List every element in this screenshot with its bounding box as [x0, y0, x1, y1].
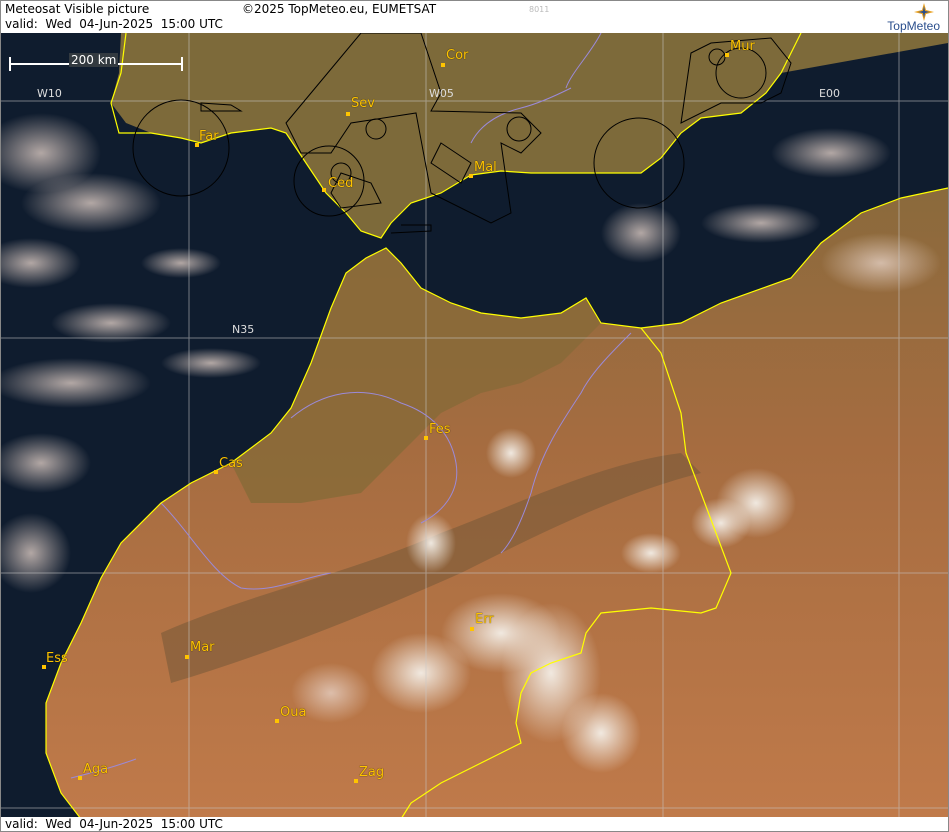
brand-name: TopMeteo: [887, 19, 940, 33]
header: Meteosat Visible picture valid: Wed 04-J…: [1, 1, 948, 33]
city-label-mur[interactable]: Mur: [730, 39, 755, 54]
city-marker: [346, 112, 350, 116]
city-marker: [275, 719, 279, 723]
city-label-aga[interactable]: Aga: [83, 762, 108, 777]
map-title: Meteosat Visible picture: [5, 2, 150, 16]
scale-bar: 200 km: [9, 53, 183, 71]
city-label-mal[interactable]: Mal: [474, 160, 497, 175]
city-label-cas[interactable]: Cas: [219, 456, 243, 471]
copyright-text: ©2025 TopMeteo.eu, EUMETSAT: [242, 2, 437, 16]
grid-label-w10: W10: [37, 87, 62, 100]
city-marker: [725, 53, 729, 57]
city-marker: [441, 63, 445, 67]
city-marker: [78, 776, 82, 780]
footer: valid: Wed 04-Jun-2025 15:00 UTC: [1, 817, 948, 831]
city-label-ced[interactable]: Ced: [328, 176, 353, 191]
city-label-mar[interactable]: Mar: [190, 640, 215, 655]
city-label-fes[interactable]: Fes: [429, 422, 451, 437]
city-marker: [354, 779, 358, 783]
city-label-far[interactable]: Far: [199, 129, 219, 144]
city-label-cor[interactable]: Cor: [446, 48, 468, 63]
city-marker: [214, 470, 218, 474]
city-marker: [185, 655, 189, 659]
city-marker: [469, 174, 473, 178]
grid-label-e00: E00: [819, 87, 840, 100]
valid-time: valid: Wed 04-Jun-2025 15:00 UTC: [5, 17, 223, 31]
scale-label: 200 km: [69, 53, 119, 67]
satellite-image: [1, 33, 948, 819]
image-code: 8011: [529, 5, 550, 14]
grid-label-w05: W05: [429, 87, 454, 100]
city-marker: [470, 627, 474, 631]
footer-valid-time: valid: Wed 04-Jun-2025 15:00 UTC: [5, 817, 223, 831]
city-label-ess[interactable]: Ess: [46, 651, 68, 666]
map-frame: Meteosat Visible picture valid: Wed 04-J…: [0, 0, 949, 832]
grid-label-n35: N35: [232, 323, 255, 336]
city-marker: [424, 436, 428, 440]
city-label-oua[interactable]: Oua: [280, 705, 306, 720]
city-marker: [322, 188, 326, 192]
city-label-zag[interactable]: Zag: [359, 765, 384, 780]
city-label-sev[interactable]: Sev: [351, 96, 375, 111]
city-label-err[interactable]: Err: [475, 612, 494, 627]
satellite-map[interactable]: 200 km W10 W05 E00 N35 Cor Mur Sev Far C…: [1, 33, 948, 819]
brand-logo[interactable]: TopMeteo: [850, 3, 940, 33]
